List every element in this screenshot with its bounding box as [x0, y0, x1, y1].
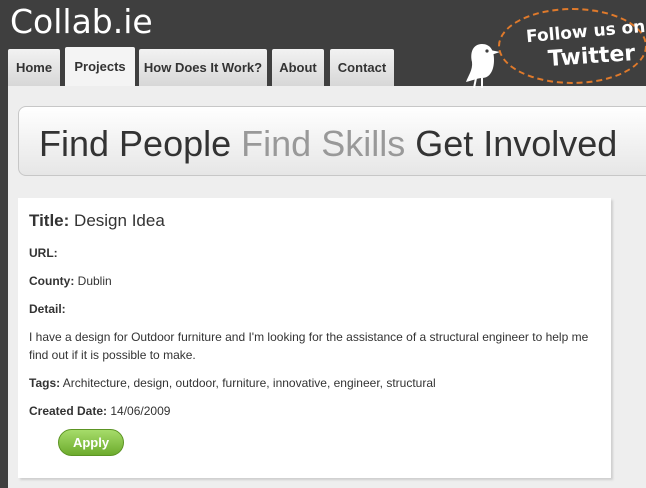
- tagline-find-skills: Find Skills: [241, 123, 406, 164]
- detail-text: I have a design for Outdoor furniture an…: [29, 330, 589, 362]
- tab-about[interactable]: About: [272, 49, 324, 86]
- tab-how-does-it-work[interactable]: How Does It Work?: [139, 49, 267, 86]
- site-logo[interactable]: Collab.ie: [10, 2, 153, 41]
- project-title: Title: Design Idea: [29, 211, 165, 231]
- tags-label: Tags:: [29, 376, 61, 390]
- title-label: Title:: [29, 211, 70, 230]
- county-field: County: Dublin: [29, 274, 112, 288]
- detail-label: Detail:: [29, 302, 66, 316]
- url-label: URL:: [29, 246, 58, 260]
- detail-field: Detail:: [29, 302, 66, 316]
- tags-field: Tags: Architecture, design, outdoor, fur…: [29, 376, 436, 390]
- bird-icon: [466, 44, 500, 89]
- created-date-field: Created Date: 14/06/2009: [29, 404, 170, 418]
- project-card: Title: Design Idea URL: County: Dublin D…: [18, 198, 611, 478]
- tab-home[interactable]: Home: [8, 49, 60, 86]
- tags-value: Architecture, design, outdoor, furniture…: [62, 376, 436, 390]
- tagline: Find People Find Skills Get Involved: [39, 123, 617, 165]
- tagline-find-people: Find People: [39, 123, 232, 164]
- tab-contact[interactable]: Contact: [330, 49, 394, 86]
- twitter-follow-link[interactable]: Follow us on Twitter: [460, 4, 646, 89]
- url-field: URL:: [29, 246, 58, 260]
- county-value: Dublin: [77, 274, 112, 288]
- county-label: County:: [29, 274, 75, 288]
- created-label: Created Date:: [29, 404, 108, 418]
- apply-button[interactable]: Apply: [58, 429, 124, 456]
- tagline-banner: Find People Find Skills Get Involved: [18, 106, 646, 176]
- tagline-get-involved: Get Involved: [415, 123, 618, 164]
- title-value: Design Idea: [74, 211, 165, 230]
- created-value: 14/06/2009: [110, 404, 171, 418]
- left-dark-strip: [0, 86, 8, 488]
- tab-projects[interactable]: Projects: [65, 47, 135, 86]
- site-header: Collab.ie Home Projects How Does It Work…: [0, 0, 646, 89]
